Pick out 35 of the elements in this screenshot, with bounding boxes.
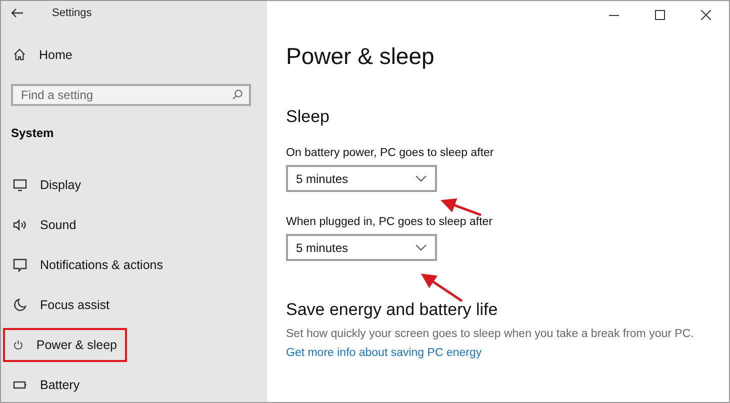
sidebar-item[interactable]: Power & sleep (3, 328, 127, 362)
setting-label: When plugged in, PC goes to sleep after (286, 216, 492, 228)
power-icon (13, 338, 24, 352)
window-title: Settings (52, 7, 92, 20)
section-heading: System (11, 126, 55, 140)
maximize-icon (655, 10, 665, 20)
page-title: Power & sleep (286, 43, 436, 70)
back-button[interactable] (11, 8, 24, 18)
dropdown[interactable]: 5 minutes (286, 165, 437, 192)
sidebar-item[interactable]: Sound (3, 208, 265, 242)
search-icon (232, 89, 243, 100)
moon-icon (13, 298, 27, 312)
section-heading: Sleep (286, 107, 330, 127)
info-link[interactable]: Get more info about saving PC energy (286, 347, 482, 359)
back-arrow-icon (11, 8, 24, 18)
section-heading: Save energy and battery life (286, 300, 498, 320)
monitor-icon (13, 178, 27, 192)
sidebar-item[interactable]: Display (3, 168, 265, 202)
setting-label: On battery power, PC goes to sleep after (286, 147, 494, 159)
sidebar-item[interactable]: Notifications & actions (3, 248, 265, 282)
chevron-down-icon (415, 244, 427, 251)
message-icon (13, 258, 27, 272)
search-field[interactable]: Find a setting (11, 84, 251, 106)
chevron-down-icon (415, 175, 427, 182)
close-icon (701, 10, 711, 20)
sidebar-item[interactable]: Battery (3, 368, 265, 402)
home-nav-item[interactable]: Home (3, 39, 265, 70)
dropdown[interactable]: 5 minutes (286, 234, 437, 261)
search-input[interactable]: Find a setting (21, 88, 232, 102)
home-icon (13, 48, 26, 62)
sidebar-item[interactable]: Focus assist (3, 288, 265, 322)
annotation-arrow (440, 198, 482, 216)
description-text: Set how quickly your screen goes to sleep when you take a break from your PC. (286, 328, 695, 340)
speaker-icon (13, 218, 27, 232)
annotation-arrow (420, 274, 463, 302)
